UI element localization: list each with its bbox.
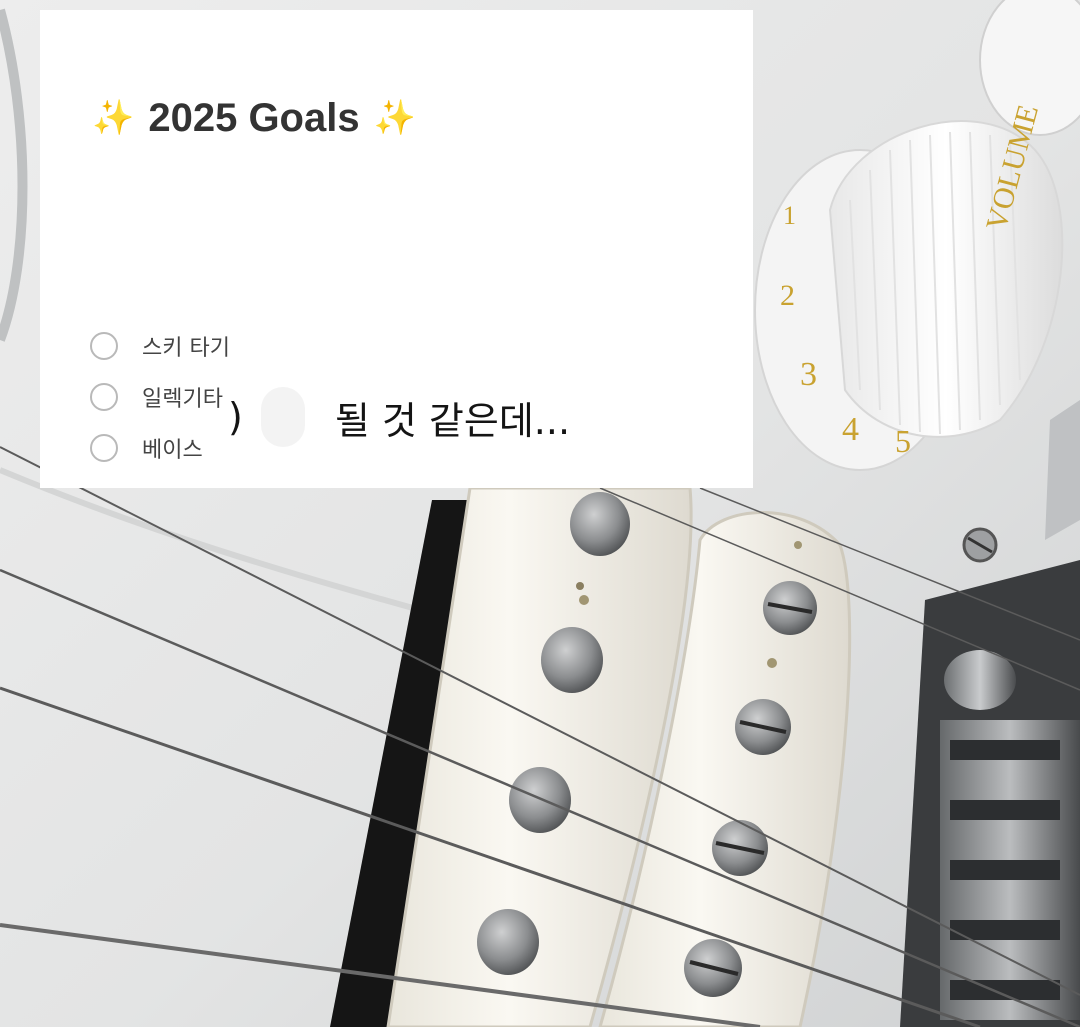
knob-number: 4 <box>842 411 859 448</box>
todo-item[interactable] <box>90 473 230 488</box>
todo-item[interactable]: 베이스 <box>90 422 230 473</box>
page-title: 2025 Goals <box>148 95 360 140</box>
knob-number: 2 <box>780 279 795 312</box>
todo-label: 스키 타기 <box>142 335 230 361</box>
todo-item[interactable]: 일렉기타 <box>90 371 230 422</box>
todo-list: 스키 타기 일렉기타 베이스 <box>90 320 230 488</box>
sparkles-icon: ✨ <box>373 99 416 137</box>
sparkles-icon: ✨ <box>92 99 135 137</box>
todo-label: 일렉기타 <box>142 386 223 412</box>
checkbox-circle[interactable] <box>90 331 118 360</box>
caption-paren: ) <box>228 395 243 439</box>
pole-piece <box>477 909 539 975</box>
story-caption: ) 될 것 같은데... <box>228 386 570 448</box>
todo-label: 베이스 <box>142 437 203 463</box>
checkbox-circle[interactable] <box>90 433 118 462</box>
pole-piece <box>509 767 571 833</box>
censor-blot <box>260 387 305 447</box>
caption-text: 될 것 같은데... <box>334 398 571 443</box>
todo-item[interactable]: 스키 타기 <box>90 320 230 371</box>
pole-piece <box>541 627 603 693</box>
knob-number: 5 <box>895 423 911 459</box>
checkbox-circle[interactable] <box>90 382 118 411</box>
knob-number: 3 <box>800 356 817 393</box>
knob-number: 1 <box>783 201 796 230</box>
pole-piece <box>570 492 630 556</box>
goals-title: ✨ 2025 Goals ✨ <box>92 88 416 148</box>
